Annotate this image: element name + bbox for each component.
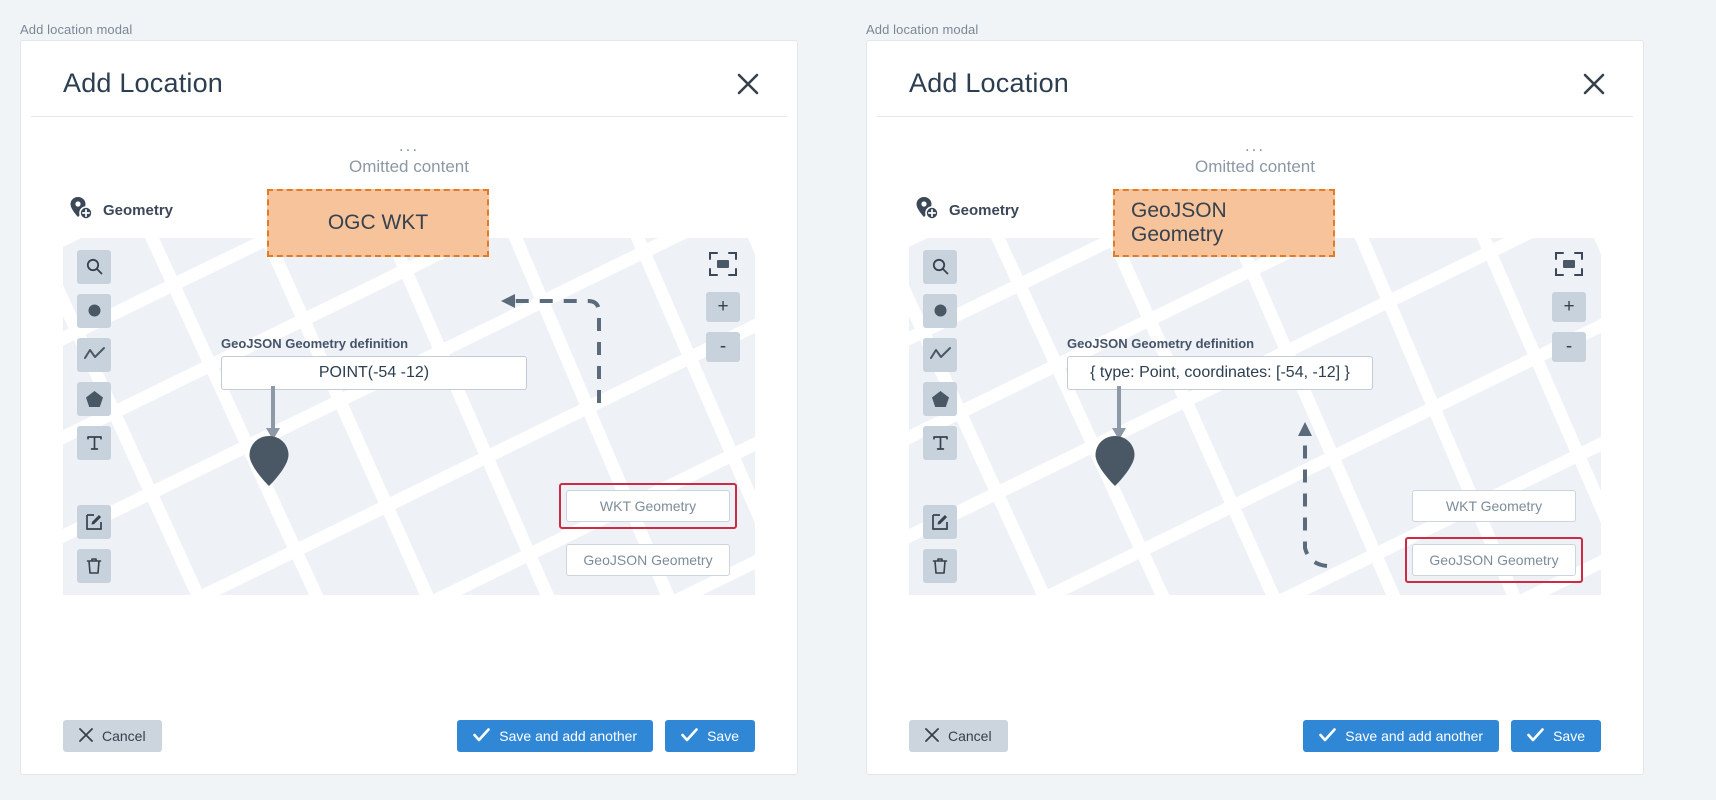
check-icon <box>473 727 491 745</box>
modal-header: Add Location <box>877 51 1633 117</box>
geometry-type-geojson-highlight: GeoJSON Geometry <box>559 537 737 583</box>
callout-badge: GeoJSON Geometry <box>1113 189 1335 257</box>
map-pin-add-icon <box>915 196 939 226</box>
cancel-button[interactable]: Cancel <box>63 720 162 752</box>
omitted-dots: ... <box>398 136 420 155</box>
close-icon <box>79 727 93 745</box>
map-tools-bottom <box>923 504 957 583</box>
page-title: Add Location <box>909 68 1070 98</box>
panel-caption: Add location modal <box>20 22 133 37</box>
geometry-definition-group: GeoJSON Geometry definition POINT(-54 -1… <box>221 336 527 390</box>
save-button[interactable]: Save <box>665 720 755 752</box>
omitted-text: Omitted content <box>348 157 469 177</box>
geometry-type-wkt-button[interactable]: WKT Geometry <box>1412 489 1576 522</box>
omitted-dots: ... <box>1244 136 1266 155</box>
save-and-add-another-label: Save and add another <box>1345 728 1484 744</box>
fit-to-extent-icon[interactable] <box>705 246 741 282</box>
callout-badge: OGC WKT <box>267 189 489 257</box>
modal-header: Add Location <box>31 51 787 117</box>
footer-primary-actions: Save and add another Save <box>457 720 755 752</box>
check-icon <box>1319 727 1337 745</box>
trash-icon[interactable] <box>77 548 111 583</box>
polygon-icon[interactable] <box>923 381 957 416</box>
zoom-out-button[interactable]: - <box>706 331 740 362</box>
geometry-type-wkt-highlight: WKT Geometry <box>559 482 737 529</box>
map-zoom-controls: + - <box>705 246 741 362</box>
search-icon[interactable] <box>923 249 957 284</box>
line-icon[interactable] <box>77 337 111 372</box>
geometry-type-wkt-button[interactable]: WKT Geometry <box>566 489 730 522</box>
polygon-icon[interactable] <box>77 381 111 416</box>
map-marker-icon <box>1094 434 1136 493</box>
page-title: Add Location <box>63 68 224 98</box>
geometry-definition-label: GeoJSON Geometry definition <box>1067 335 1255 351</box>
omitted-content: ... Omitted content <box>21 135 797 178</box>
geometry-label: Geometry <box>103 202 174 219</box>
panel-caption: Add location modal <box>866 22 979 37</box>
panel-right: Add location modal Add Location ... Omit… <box>866 0 1666 800</box>
close-icon[interactable] <box>731 67 765 101</box>
geometry-label: Geometry <box>949 202 1020 219</box>
map-canvas[interactable]: + - GeoJSON Geometry definition POINT(-5… <box>63 237 755 595</box>
text-icon[interactable] <box>923 425 957 460</box>
map-tools-top <box>77 249 111 460</box>
panel-left: Add location modal Add Location ... Omit… <box>20 0 820 800</box>
geometry-type-buttons: WKT Geometry GeoJSON Geometry <box>559 482 737 583</box>
check-icon <box>681 727 698 745</box>
text-icon[interactable] <box>77 425 111 460</box>
geometry-type-wkt-highlight: WKT Geometry <box>1405 483 1583 529</box>
zoom-in-button[interactable]: + <box>706 291 740 322</box>
geometry-definition-input[interactable]: POINT(-54 -12) <box>221 355 527 390</box>
add-location-modal: Add Location ... Omitted content Geometr… <box>20 40 798 775</box>
edit-icon[interactable] <box>77 504 111 539</box>
map-zoom-controls: + - <box>1551 246 1587 362</box>
save-and-add-another-button[interactable]: Save and add another <box>1303 720 1500 752</box>
search-icon[interactable] <box>77 249 111 284</box>
edit-icon[interactable] <box>923 504 957 539</box>
zoom-in-button[interactable]: + <box>1552 291 1586 322</box>
trash-icon[interactable] <box>923 548 957 583</box>
geometry-type-geojson-button[interactable]: GeoJSON Geometry <box>1412 543 1576 576</box>
add-location-modal: Add Location ... Omitted content Geometr… <box>866 40 1644 775</box>
map-tools-top <box>923 249 957 460</box>
geometry-type-geojson-highlight: GeoJSON Geometry <box>1405 536 1583 583</box>
save-and-add-another-label: Save and add another <box>499 728 638 744</box>
zoom-out-button[interactable]: - <box>1552 331 1586 362</box>
map-tools-bottom <box>77 504 111 583</box>
geometry-definition-group: GeoJSON Geometry definition { type: Poin… <box>1067 336 1373 390</box>
geometry-type-buttons: WKT Geometry GeoJSON Geometry <box>1405 483 1583 583</box>
cancel-button-label: Cancel <box>948 728 992 744</box>
map-marker-icon <box>248 434 290 493</box>
fit-to-extent-icon[interactable] <box>1551 246 1587 282</box>
save-button-label: Save <box>1553 728 1585 744</box>
omitted-content: ... Omitted content <box>867 135 1643 178</box>
save-button-label: Save <box>707 728 739 744</box>
map-pin-add-icon <box>69 196 93 226</box>
cancel-button[interactable]: Cancel <box>909 720 1008 752</box>
line-icon[interactable] <box>923 337 957 372</box>
omitted-text: Omitted content <box>1194 157 1315 177</box>
point-icon[interactable] <box>923 293 957 328</box>
close-icon <box>925 727 939 745</box>
screenshot-stage: Add location modal Add Location ... Omit… <box>0 0 1716 800</box>
geometry-type-geojson-button[interactable]: GeoJSON Geometry <box>566 543 730 576</box>
footer-primary-actions: Save and add another Save <box>1303 720 1601 752</box>
geometry-definition-input[interactable]: { type: Point, coordinates: [-54, -12] } <box>1067 355 1373 390</box>
close-icon[interactable] <box>1577 67 1611 101</box>
geometry-definition-label: GeoJSON Geometry definition <box>221 335 409 351</box>
map-canvas[interactable]: + - GeoJSON Geometry definition { type: … <box>909 237 1601 595</box>
point-icon[interactable] <box>77 293 111 328</box>
save-button[interactable]: Save <box>1511 720 1601 752</box>
check-icon <box>1527 727 1544 745</box>
cancel-button-label: Cancel <box>102 728 146 744</box>
modal-footer: Cancel Save and add another Save <box>21 720 797 752</box>
modal-footer: Cancel Save and add another Save <box>867 720 1643 752</box>
save-and-add-another-button[interactable]: Save and add another <box>457 720 654 752</box>
